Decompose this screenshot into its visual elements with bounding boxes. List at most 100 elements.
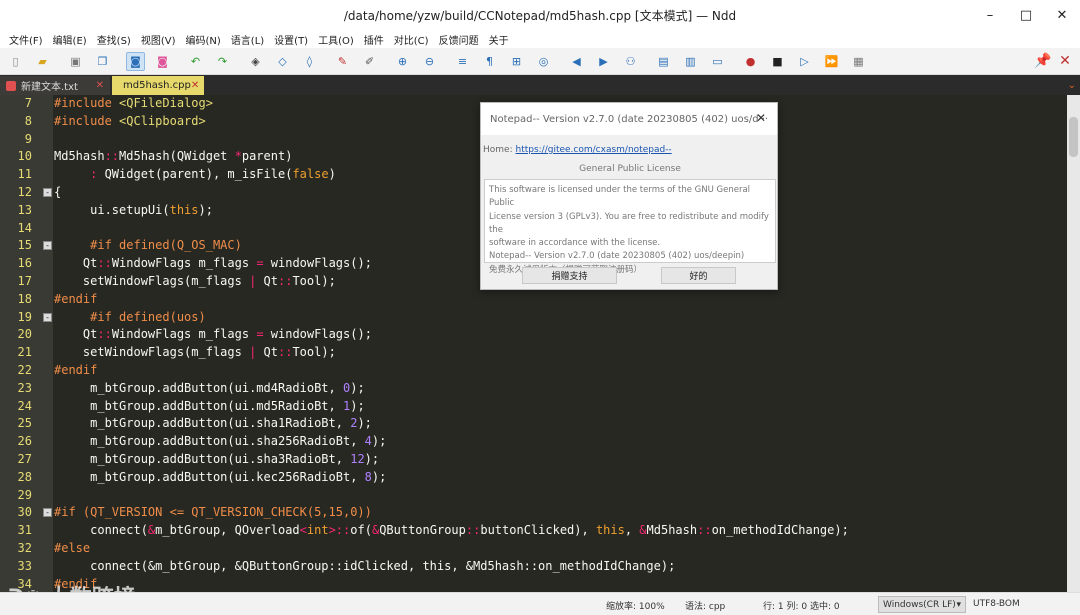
code-line[interactable]: 24 m_btGroup.addButton(ui.md5RadioBt, 1)…: [0, 398, 1067, 416]
donate-button[interactable]: 捐赠支持: [522, 267, 617, 284]
code-line[interactable]: 32 #else: [0, 540, 1067, 558]
home-label: Home:: [483, 145, 516, 155]
indent-guide-icon[interactable]: ⊞: [507, 52, 526, 71]
monitor-icon[interactable]: ▭: [708, 52, 727, 71]
code-line[interactable]: 31 connect(&m_btGroup, QOverload<int>::o…: [0, 522, 1067, 540]
dialog-close-icon[interactable]: ✕: [756, 111, 766, 125]
new-file-icon[interactable]: ▯: [6, 52, 25, 71]
code-line[interactable]: 23 m_btGroup.addButton(ui.md4RadioBt, 0)…: [0, 380, 1067, 398]
line-number: 33: [17, 558, 32, 573]
code-line[interactable]: 28 m_btGroup.addButton(ui.kec256RadioBt,…: [0, 469, 1067, 487]
prev-icon[interactable]: ◀: [567, 52, 586, 71]
wrap-icon[interactable]: ≡: [453, 52, 472, 71]
code-text: #endif: [54, 291, 98, 306]
close-window-button[interactable]: ✕: [1044, 0, 1080, 30]
tab-new-text[interactable]: 新建文本.txt ✕: [0, 76, 110, 95]
code-text: m_btGroup.addButton(ui.kec256RadioBt, 8)…: [54, 469, 387, 484]
license-line: software in accordance with the license.: [489, 238, 661, 249]
license-text-box[interactable]: This software is licensed under the term…: [484, 179, 776, 275]
pin-icon[interactable]: 📌: [1032, 50, 1054, 72]
close-toolbar-icon[interactable]: ✕: [1054, 50, 1076, 72]
home-row: Home: https://gitee.com/cxasm/notepad--: [483, 145, 672, 155]
home-link[interactable]: https://gitee.com/cxasm/notepad--: [515, 145, 671, 155]
compare-icon[interactable]: ⚇: [621, 52, 640, 71]
code-line[interactable]: 30 - #if (QT_VERSION <= QT_VERSION_CHECK(5…: [0, 504, 1067, 522]
active-mode-icon[interactable]: ◙: [126, 51, 145, 71]
maximize-button[interactable]: □: [1008, 0, 1044, 30]
tab-md5hash[interactable]: md5hash.cpp ✕: [112, 76, 204, 95]
code-line[interactable]: 27 m_btGroup.addButton(ui.sha3RadioBt, 1…: [0, 451, 1067, 469]
menu-search[interactable]: 查找(S): [92, 32, 136, 47]
split-v-icon[interactable]: ▥: [681, 52, 700, 71]
zoom-out-icon[interactable]: ⊖: [420, 52, 439, 71]
menu-file[interactable]: 文件(F): [4, 32, 48, 47]
save-all-icon[interactable]: ❐: [93, 52, 112, 71]
line-number: 12: [17, 185, 32, 199]
chevron-down-icon[interactable]: ⌄: [1068, 80, 1076, 91]
find-in-files-icon[interactable]: ◊: [300, 52, 319, 71]
vertical-scrollbar[interactable]: [1067, 95, 1080, 592]
close-icon[interactable]: ✕: [96, 80, 104, 91]
open-file-icon[interactable]: ▰: [33, 52, 52, 71]
fold-toggle-icon[interactable]: -: [43, 508, 52, 518]
line-number: 8: [24, 113, 32, 128]
code-line[interactable]: 18 #endif: [0, 291, 1067, 309]
scrollbar-thumb[interactable]: [1069, 117, 1078, 157]
menu-about[interactable]: 关于: [484, 32, 514, 47]
close-icon[interactable]: ✕: [191, 80, 199, 91]
menu-plugins[interactable]: 插件: [359, 32, 389, 47]
code-text: {: [54, 185, 62, 199]
code-line[interactable]: 21 setWindowFlags(m_flags | Qt::Tool);: [0, 344, 1067, 362]
fold-toggle-icon[interactable]: -: [43, 241, 52, 251]
menu-tools[interactable]: 工具(O): [313, 32, 359, 47]
replace-icon[interactable]: ◇: [273, 52, 292, 71]
play-icon[interactable]: ▷: [795, 52, 814, 71]
undo-icon[interactable]: ↶: [186, 52, 205, 71]
marker-icon[interactable]: ✎: [333, 52, 352, 71]
save-icon[interactable]: ▣: [66, 52, 85, 71]
menu-language[interactable]: 语言(L): [226, 32, 269, 47]
menu-view[interactable]: 视图(V): [136, 32, 181, 47]
ok-button[interactable]: 好的: [661, 267, 736, 284]
code-line[interactable]: 34 #endif: [0, 576, 1067, 592]
line-ending-select[interactable]: Windows(CR LF) ▾: [878, 596, 966, 613]
code-text: m_btGroup.addButton(ui.sha1RadioBt, 2);: [54, 416, 372, 431]
menu-settings[interactable]: 设置(T): [269, 32, 313, 47]
record-icon[interactable]: ●: [741, 52, 760, 71]
code-line[interactable]: 33 connect(&m_btGroup, &QButtonGroup::id…: [0, 558, 1067, 576]
code-text: Qt::WindowFlags m_flags = windowFlags();: [54, 327, 372, 342]
line-number: 23: [17, 380, 32, 395]
code-line[interactable]: 25 m_btGroup.addButton(ui.sha1RadioBt, 2…: [0, 415, 1067, 433]
line-number: 13: [17, 202, 32, 217]
code-line[interactable]: 26 m_btGroup.addButton(ui.sha256RadioBt,…: [0, 433, 1067, 451]
save-macro-icon[interactable]: ▦: [849, 52, 868, 71]
zoom-in-icon[interactable]: ⊕: [393, 52, 412, 71]
menu-feedback[interactable]: 反馈问题: [434, 32, 484, 47]
menu-encoding[interactable]: 编码(N): [181, 32, 226, 47]
license-line: This software is licensed under the term…: [489, 185, 751, 209]
close-file-icon[interactable]: ◙: [153, 52, 172, 71]
code-text: connect(&m_btGroup, &QButtonGroup::idCli…: [54, 558, 676, 573]
code-line[interactable]: 22 #endif: [0, 362, 1067, 380]
minimize-button[interactable]: –: [972, 0, 1008, 30]
menu-compare[interactable]: 对比(C): [389, 32, 434, 47]
target-icon[interactable]: ◎: [534, 52, 553, 71]
clear-marks-icon[interactable]: ✐: [360, 52, 379, 71]
status-language: 语法: cpp: [685, 602, 726, 612]
code-line[interactable]: 20 Qt::WindowFlags m_flags = windowFlags…: [0, 326, 1067, 344]
code-line[interactable]: 29: [0, 487, 1067, 505]
split-h-icon[interactable]: ▤: [654, 52, 673, 71]
play-multi-icon[interactable]: ⏩: [822, 52, 841, 71]
code-text: connect(&m_btGroup, QOverload<int>::of(&…: [54, 523, 849, 538]
tab-bar: 新建文本.txt ✕ md5hash.cpp ✕: [0, 75, 1080, 95]
fold-toggle-icon[interactable]: -: [43, 188, 52, 197]
menu-edit[interactable]: 编辑(E): [48, 32, 92, 47]
code-text: setWindowFlags(m_flags | Qt::Tool);: [54, 345, 336, 360]
pilcrow-icon[interactable]: ¶: [480, 52, 499, 71]
next-icon[interactable]: ▶: [594, 52, 613, 71]
fold-toggle-icon[interactable]: -: [43, 312, 52, 322]
code-line[interactable]: 19 - #if defined(uos): [0, 309, 1067, 327]
find-icon[interactable]: ◈: [246, 52, 265, 71]
redo-icon[interactable]: ↷: [213, 52, 232, 71]
stop-icon[interactable]: ■: [768, 52, 787, 71]
